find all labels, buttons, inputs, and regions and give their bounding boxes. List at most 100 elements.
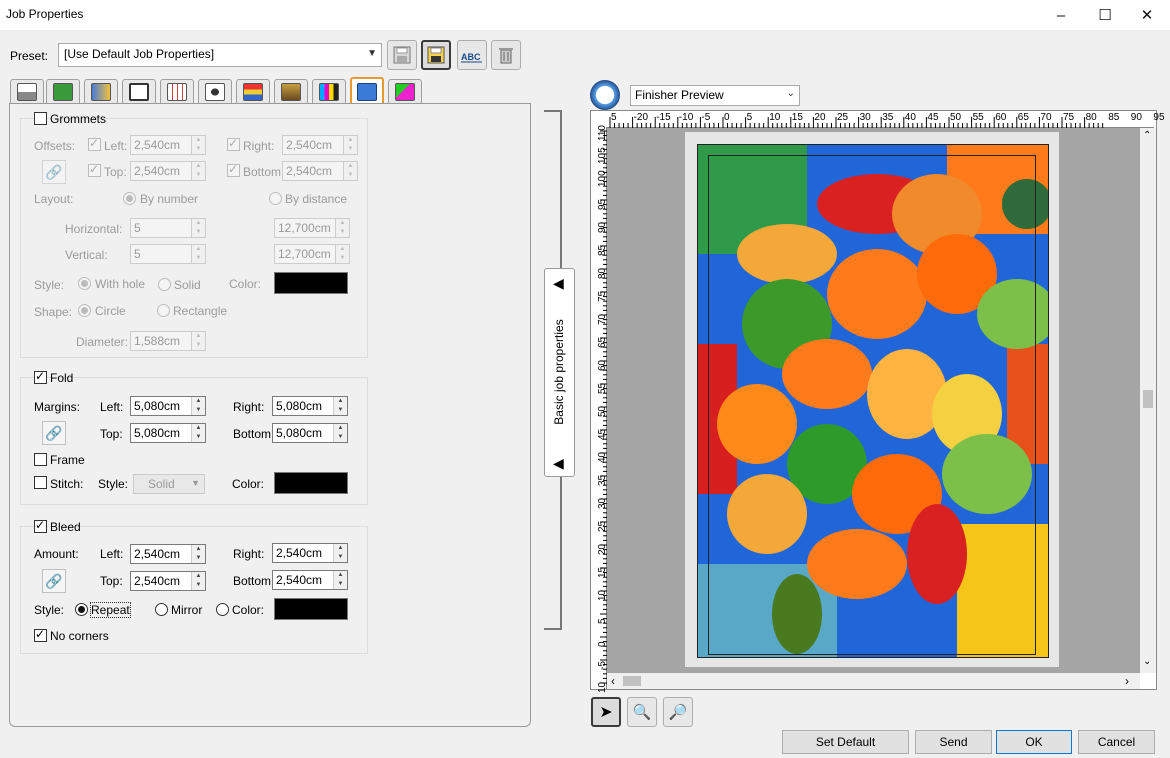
grommets-link-button[interactable]: 🔗 (42, 160, 66, 184)
vertical-scrollbar[interactable]: ⌃ ⌄ (1140, 128, 1156, 673)
scroll-left-icon: ‹ (611, 674, 615, 688)
clock-icon[interactable] (590, 80, 620, 110)
zoom-fit-button[interactable]: 🔎 (663, 697, 693, 727)
grommets-checkbox[interactable] (34, 112, 47, 125)
save-preset-button[interactable] (387, 40, 417, 70)
calibration-icon (243, 83, 263, 101)
tab-layout[interactable] (122, 79, 156, 104)
no-corners-label: No corners (50, 629, 109, 643)
tab-general[interactable] (10, 79, 44, 104)
repeat-radio[interactable] (75, 603, 88, 616)
close-button[interactable]: ✕ (1124, 0, 1170, 30)
select-tool-button[interactable]: ➤ (591, 697, 621, 727)
offset-right-checkbox[interactable] (227, 136, 240, 151)
cancel-button[interactable]: Cancel (1078, 730, 1155, 754)
stitch-checkbox[interactable] (34, 476, 47, 489)
bleed-left-input[interactable]: 2,540cm ▲ ▼ (130, 544, 206, 564)
delete-preset-button[interactable] (491, 40, 521, 70)
mirror-label: Mirror (171, 603, 203, 617)
ruler-label: 85 (1108, 112, 1120, 123)
ruler-label: 95 (1153, 112, 1165, 123)
bleed-bottom-input[interactable]: 2,540cm ▲ ▼ (272, 570, 348, 590)
bleed-top-input[interactable]: 2,540cm ▲ ▼ (130, 571, 206, 591)
horizontal-count-input[interactable]: 5 ▲ ▼ (130, 218, 206, 238)
tab-inks[interactable] (312, 79, 346, 104)
tab-finishing[interactable] (350, 77, 384, 104)
tab-media[interactable] (274, 79, 308, 104)
bleed-color-swatch[interactable] (274, 598, 348, 620)
rename-preset-button[interactable]: ABC (457, 40, 487, 70)
preview-mode-dropdown[interactable]: Finisher Preview ⌄ (630, 85, 800, 106)
offset-right-input[interactable]: 2,540cm ▲ ▼ (282, 135, 358, 155)
bleed-right-value: 2,540cm (276, 546, 323, 560)
frame-checkbox[interactable] (34, 453, 47, 466)
set-default-button[interactable]: Set Default (782, 730, 909, 754)
tab-image[interactable] (46, 79, 80, 104)
offset-bottom-value: 2,540cm (286, 164, 333, 178)
fold-title: Fold (50, 371, 74, 385)
no-corners-checkbox[interactable] (34, 627, 47, 642)
tab-calibration[interactable] (236, 79, 270, 104)
by-number-radio[interactable] (123, 192, 136, 205)
send-button[interactable]: Send (915, 730, 992, 754)
horizontal-ruler: 5 -20 -15 -10 -5 0 5 10 15 20 25 30 35 40 45 50 55 60 65 70… (606, 111, 1165, 128)
offset-top-input[interactable]: 2,540cm ▲ ▼ (130, 161, 206, 181)
vertical-distance-input[interactable]: 12,700cm ▲ ▼ (274, 244, 350, 264)
bleed-right-input[interactable]: 2,540cm ▲ ▼ (272, 543, 348, 563)
tab-tiling[interactable] (160, 79, 194, 104)
fold-link-button[interactable]: 🔗 (42, 421, 66, 445)
with-hole-radio[interactable] (78, 277, 91, 290)
margin-top-input[interactable]: 5,080cm ▲ ▼ (130, 423, 206, 443)
mirror-radio[interactable] (155, 603, 168, 616)
zoom-tool-button[interactable]: 🔍 (627, 697, 657, 727)
margin-left-input[interactable]: 5,080cm ▲ ▼ (130, 396, 206, 416)
bleed-checkbox[interactable] (34, 518, 47, 533)
horizontal-distance-input[interactable]: 12,700cm ▲ ▼ (274, 218, 350, 238)
vertical-count-input[interactable]: 5 ▲ ▼ (130, 244, 206, 264)
maximize-button[interactable]: ☐ (1082, 0, 1128, 30)
margin-right-input[interactable]: 5,080cm ▲ ▼ (272, 396, 348, 416)
ruler-label: -5 (701, 112, 711, 123)
circle-label: Circle (95, 304, 126, 318)
with-hole-label: With hole (95, 277, 146, 291)
ruler-label: 45 (927, 112, 939, 123)
bleed-bottom-value: 2,540cm (276, 573, 323, 587)
offset-bottom-checkbox[interactable] (227, 162, 240, 177)
bleed-link-button[interactable]: 🔗 (42, 569, 66, 593)
ok-button[interactable]: OK (996, 730, 1072, 754)
ruler-label: 5 (746, 112, 753, 123)
circle-radio[interactable] (78, 304, 91, 317)
preview-canvas[interactable] (607, 128, 1140, 673)
solid-radio[interactable] (158, 278, 171, 291)
rectangle-radio[interactable] (157, 304, 170, 317)
horizontal-scroll-thumb[interactable] (623, 676, 641, 686)
offset-top-checkbox[interactable] (88, 162, 101, 177)
grommet-color-swatch[interactable] (274, 272, 348, 294)
ruler-label: 10 (769, 112, 781, 123)
fold-checkbox[interactable] (34, 369, 47, 384)
preset-dropdown[interactable]: [Use Default Job Properties] ▼ (58, 43, 382, 67)
offset-right-value: 2,540cm (286, 138, 333, 152)
tab-color[interactable] (84, 79, 118, 104)
by-distance-radio[interactable] (269, 192, 282, 205)
vertical-count-value: 5 (134, 247, 141, 261)
offset-left-input[interactable]: 2,540cm ▲ ▼ (130, 135, 206, 155)
margin-bottom-input[interactable]: 5,080cm ▲ ▼ (272, 423, 348, 443)
diameter-input[interactable]: 1,588cm ▲ ▼ (130, 331, 206, 351)
stitch-style-dropdown[interactable]: Solid ▼ (133, 474, 205, 494)
horizontal-scrollbar[interactable]: ‹ › (607, 673, 1140, 689)
ruler-label: 40 (904, 112, 916, 123)
stitch-color-swatch[interactable] (274, 472, 348, 494)
color-option-label: Color: (232, 603, 265, 617)
layout-label: Layout: (34, 192, 74, 206)
offset-left-checkbox[interactable] (88, 136, 101, 151)
save-as-preset-button[interactable] (421, 40, 451, 70)
vertical-scroll-thumb[interactable] (1143, 390, 1153, 408)
tab-marks[interactable] (198, 79, 232, 104)
tab-spot-colors[interactable] (388, 79, 422, 104)
offset-bottom-input[interactable]: 2,540cm ▲ ▼ (282, 161, 358, 181)
margin-bottom-value: 5,080cm (276, 426, 323, 440)
color-radio[interactable] (216, 603, 229, 616)
minimize-button[interactable]: – (1038, 0, 1084, 30)
ruler-label: 90 (1130, 112, 1142, 123)
